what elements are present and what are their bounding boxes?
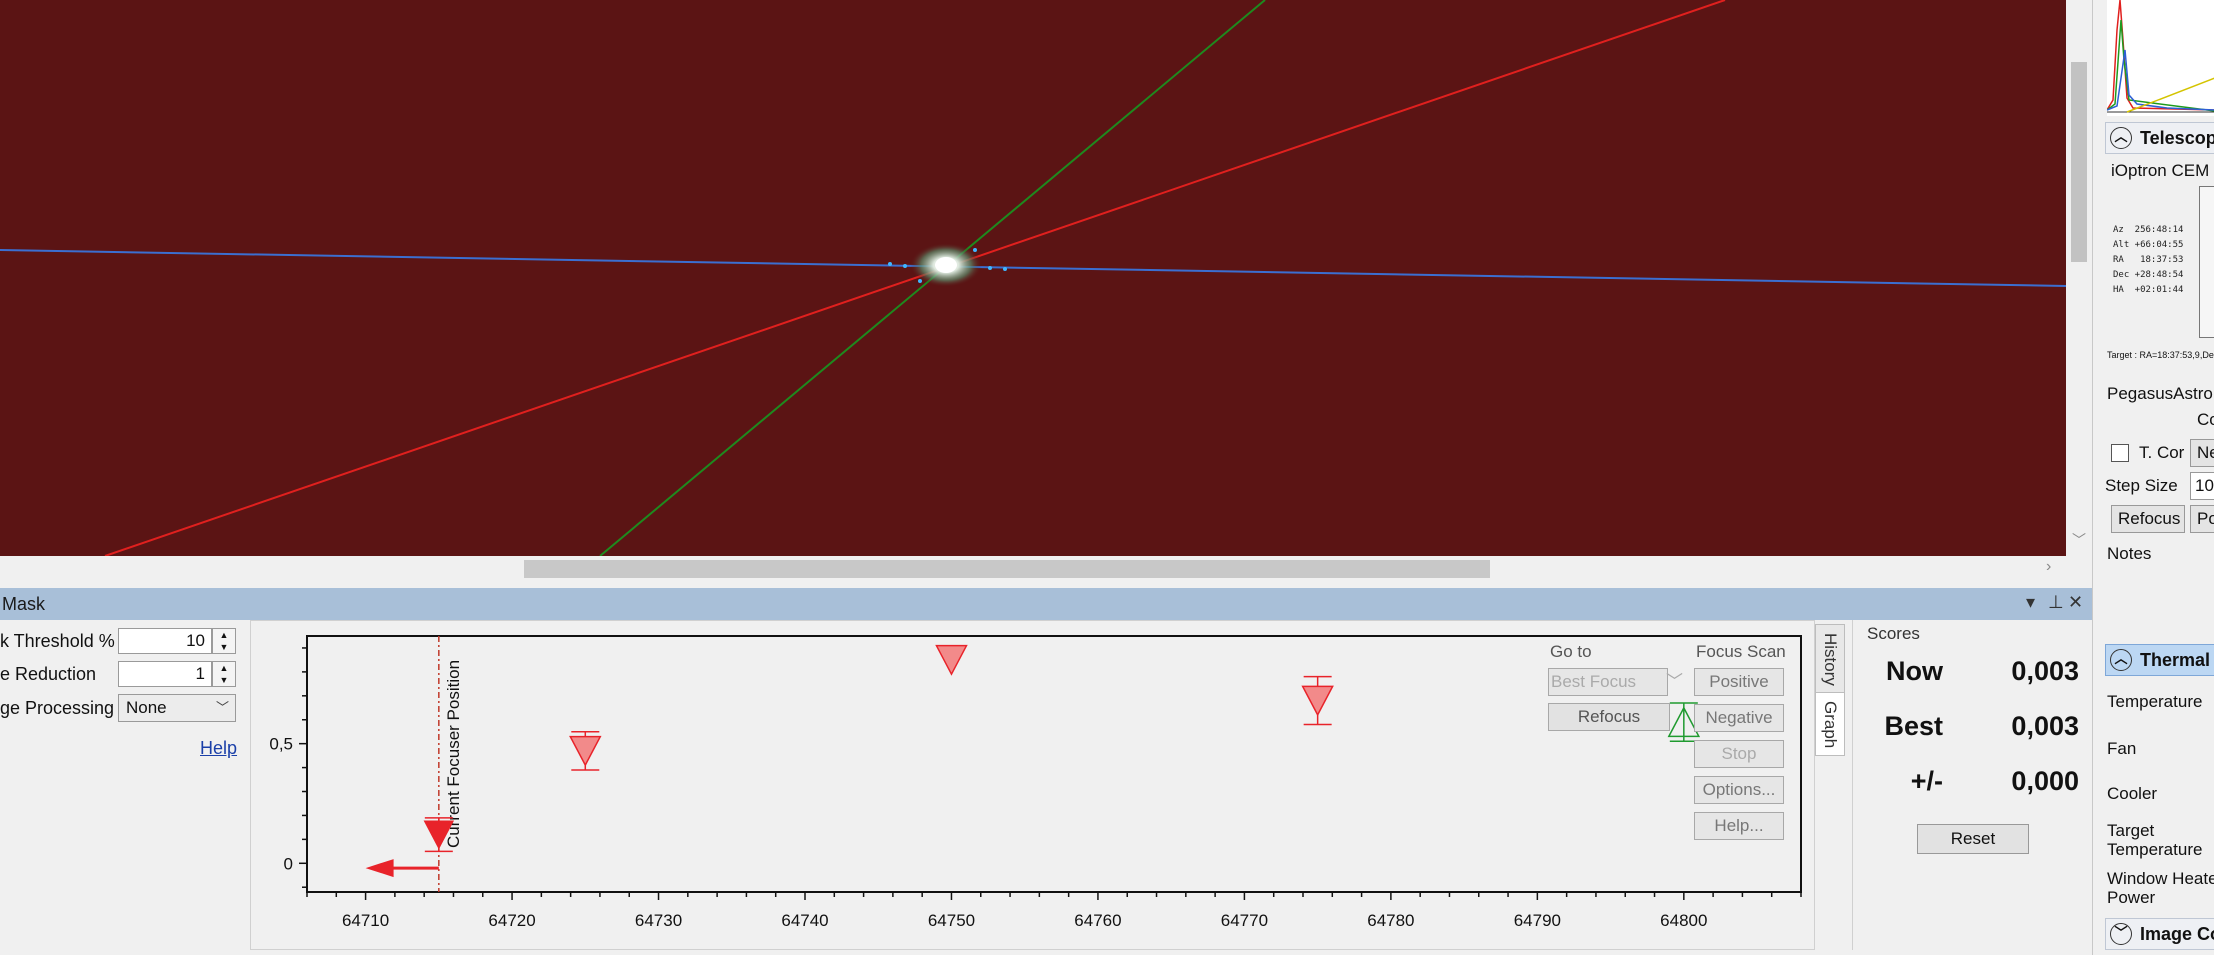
reduction-spinner[interactable]: ▲ ▼: [212, 661, 236, 687]
mount-control-pad[interactable]: [2199, 186, 2214, 338]
panel-menu-icon[interactable]: ▾: [2026, 592, 2035, 613]
telescope-section-header[interactable]: ︿ Telescop: [2105, 122, 2214, 154]
tab-graph[interactable]: Graph: [1815, 692, 1845, 756]
goto-title: Go to: [1550, 642, 1592, 661]
focuser-name: PegasusAstro: [2107, 384, 2213, 403]
reduction-input[interactable]: 1: [118, 661, 212, 687]
telescope-header-label: Telescop: [2140, 128, 2214, 148]
focus-scan-title: Focus Scan: [1696, 642, 1786, 661]
horizontal-scroll-thumb[interactable]: [524, 560, 1490, 578]
x-tick-label: 64760: [1074, 911, 1121, 930]
processing-select-value: None: [126, 698, 167, 717]
vertical-scroll-thumb[interactable]: [2071, 62, 2087, 262]
chevron-up-icon: ︿: [2110, 649, 2132, 671]
window-heater-label-2: Power: [2107, 888, 2156, 907]
right-side-panel: ︿ Telescop iOptron CEM Az 256:48:14 Alt …: [2092, 0, 2214, 955]
goto-select[interactable]: Best Focus ﹀: [1548, 668, 1683, 696]
histogram: [2107, 0, 2214, 116]
chevron-down-icon: ﹀: [1666, 672, 1683, 691]
tab-history-label: History: [1821, 633, 1840, 686]
image-header-label: Image Co: [2140, 924, 2214, 944]
score-best-value: 0,003: [2011, 711, 2079, 741]
score-now-value: 0,003: [2011, 656, 2079, 686]
cooler-label: Cooler: [2107, 784, 2158, 803]
mask-overlay: [0, 0, 2066, 556]
pin-icon[interactable]: ⊥: [2048, 592, 2064, 613]
threshold-input[interactable]: 10: [118, 628, 212, 654]
x-tick-label: 64750: [928, 911, 975, 930]
mask-panel-titlebar: Mask ▾ ⊥ ✕: [0, 588, 2092, 620]
focuser-sub-label: Co: [2197, 410, 2214, 429]
scroll-right-arrow-icon[interactable]: ›: [2046, 558, 2051, 576]
help-link[interactable]: Help: [200, 738, 237, 759]
window-heater-label-1: Window Heate: [2107, 869, 2214, 888]
score-now-label: Now: [1886, 656, 1943, 686]
temp-comp-checkbox[interactable]: [2111, 444, 2129, 462]
scan-stop-button[interactable]: Stop: [1694, 740, 1784, 768]
score-best-label: Best: [1884, 711, 1943, 741]
fan-label: Fan: [2107, 739, 2137, 758]
scroll-down-arrow-icon[interactable]: ﹀: [2072, 530, 2086, 550]
tab-graph-label: Graph: [1821, 701, 1840, 749]
image-viewer[interactable]: [0, 0, 2066, 556]
y-tick-label: 0,5: [269, 735, 293, 754]
star-core: [935, 257, 957, 273]
panel-title: Mask: [2, 594, 46, 614]
goto-refocus-button[interactable]: Refocus: [1548, 703, 1670, 731]
x-tick-label: 64780: [1367, 911, 1414, 930]
temperature-label: Temperature: [2107, 692, 2203, 711]
x-tick-label: 64770: [1221, 911, 1268, 930]
processing-select[interactable]: None ﹀: [118, 694, 236, 722]
histogram-plot: [2107, 0, 2214, 113]
mount-coordinates: Az 256:48:14 Alt +66:04:55 RA 18:37:53 D…: [2113, 225, 2184, 295]
step-size-input[interactable]: 10: [2190, 472, 2214, 500]
focuser-po-button[interactable]: Po: [2190, 505, 2214, 533]
threshold-spinner[interactable]: ▲ ▼: [212, 628, 236, 654]
scores-title: Scores: [1867, 624, 1920, 643]
target-temp-label-1: Target: [2107, 821, 2155, 840]
scores-panel: Scores Now 0,003 Best 0,003 +/- 0,000 Re…: [1852, 620, 2092, 950]
goto-select-value: Best Focus: [1551, 672, 1637, 691]
y-axis-ticks: 00,5: [269, 647, 307, 888]
y-tick-label: 0: [284, 854, 293, 873]
reset-button[interactable]: Reset: [1917, 824, 2029, 854]
horizontal-scrollbar[interactable]: ›: [0, 556, 2066, 582]
score-pm-value: 0,000: [2011, 766, 2079, 796]
x-tick-label: 64800: [1660, 911, 1707, 930]
threshold-label: k Threshold %: [0, 631, 115, 651]
chevron-down-icon: ﹀: [215, 700, 229, 715]
vertical-scrollbar[interactable]: ﹀: [2066, 0, 2092, 556]
scan-help-button[interactable]: Help...: [1694, 812, 1784, 840]
image-section-header[interactable]: ﹀ Image Co: [2105, 918, 2214, 950]
target-coordinates: Target : RA=18:37:53,9,Dec: [2107, 350, 2214, 360]
x-axis-ticks: 64710 64720 64730 64740 64750 64760 64770 64780…: [306, 892, 1802, 930]
step-size-label: Step Size: [2105, 476, 2178, 495]
scan-negative-button[interactable]: Negative: [1694, 704, 1784, 732]
x-tick-label: 64740: [781, 911, 828, 930]
notes-label: Notes: [2107, 544, 2152, 563]
tab-history[interactable]: History: [1815, 624, 1845, 696]
temp-comp-button[interactable]: Ne: [2190, 439, 2214, 467]
x-tick-label: 64730: [635, 911, 682, 930]
red-spike-line: [104, 0, 1726, 556]
thermal-header-label: Thermal: [2140, 650, 2211, 670]
scan-positive-button[interactable]: Positive: [1694, 668, 1784, 696]
temp-comp-label: T. Cor: [2139, 443, 2185, 462]
thermal-section-header[interactable]: ︿ Thermal: [2105, 644, 2214, 676]
reduction-label: e Reduction: [0, 664, 97, 684]
chevron-down-icon: ﹀: [2110, 923, 2132, 945]
target-temp-label-2: Temperature: [2107, 840, 2203, 859]
blue-spike-line: [0, 249, 2066, 287]
close-icon[interactable]: ✕: [2068, 592, 2083, 613]
score-pm-label: +/-: [1910, 766, 1943, 796]
processing-label: ge Processing: [0, 698, 115, 718]
chevron-up-icon: ︿: [2110, 127, 2132, 149]
x-tick-label: 64710: [342, 911, 389, 930]
x-tick-label: 64720: [488, 911, 535, 930]
mount-name: iOptron CEM: [2111, 161, 2210, 180]
focuser-refocus-button[interactable]: Refocus: [2111, 505, 2185, 533]
x-tick-label: 64790: [1514, 911, 1561, 930]
current-focuser-label: Current Focuser Position: [444, 660, 463, 848]
scan-options-button[interactable]: Options...: [1694, 776, 1784, 804]
